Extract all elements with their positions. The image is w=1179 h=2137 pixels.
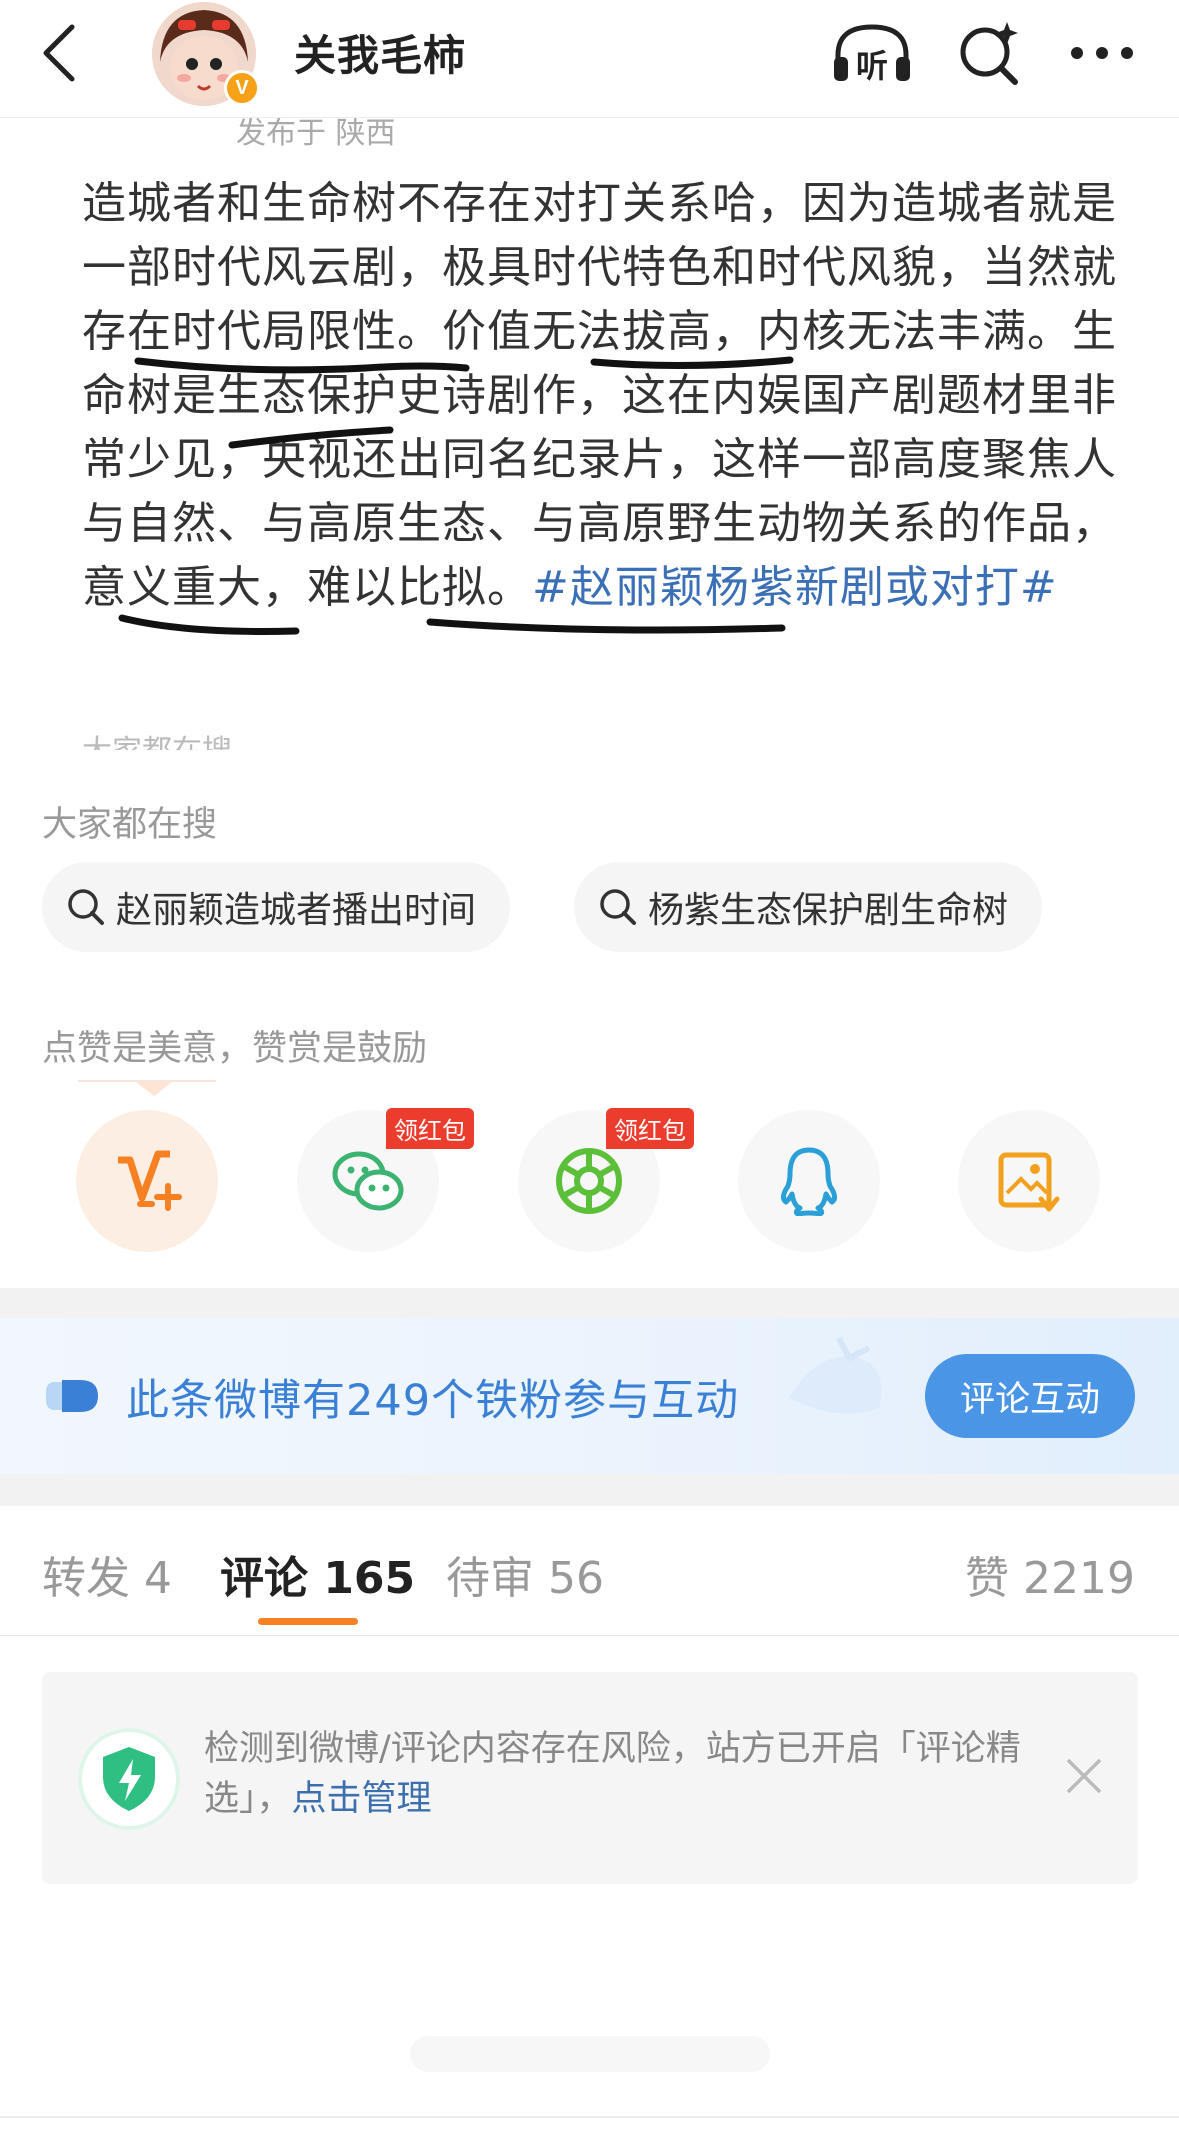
back-arrow-icon (43, 24, 75, 82)
search-icon (600, 889, 636, 925)
ai-search-button[interactable] (948, 18, 1032, 88)
hot-search-label: 赵丽颖造城者播出时间 (116, 890, 477, 931)
post-text: 造城者和生命树不存在对打关系哈，因为造城者就是一部时代风云剧，极具时代特色和时代… (82, 178, 1117, 613)
moments-icon (556, 1148, 622, 1214)
weibo-reward-icon (118, 1150, 182, 1211)
bottom-divider (0, 2116, 1179, 2118)
more-button[interactable] (1060, 18, 1144, 88)
close-icon (1066, 1758, 1102, 1794)
post-location: 发布于 陕西 (236, 118, 396, 151)
post-body: 造城者和生命树不存在对打关系哈，因为造城者就是一部时代风云剧，极具时代特色和时代… (82, 172, 1132, 620)
red-packet-badge: 领红包 (606, 1108, 694, 1149)
tab-like[interactable]: 赞 2219 (965, 1542, 1135, 1606)
notice-shield (78, 1728, 180, 1830)
active-tab-indicator (258, 1618, 358, 1625)
red-packet-badge: 领红包 (386, 1108, 474, 1149)
hot-search-pill-1[interactable]: 赵丽颖造城者播出时间 (42, 862, 511, 952)
back-button[interactable] (28, 18, 88, 88)
wechat-icon (332, 1151, 404, 1211)
tip-arrow (136, 1082, 172, 1096)
username[interactable]: 关我毛柿 (294, 22, 466, 83)
manage-link[interactable]: 点击管理 (292, 1779, 432, 1819)
tab-pending[interactable]: 待审 56 (446, 1542, 604, 1606)
shield-icon (103, 1747, 155, 1811)
loading-placeholder (410, 2036, 770, 2072)
section-divider (0, 1288, 1179, 1318)
top-bar: V 关我毛柿 听 (0, 0, 1179, 118)
notice-close-button[interactable] (1062, 1754, 1106, 1802)
search-icon (68, 889, 104, 925)
tab-repost[interactable]: 转发 4 (42, 1542, 172, 1606)
comment-tabs: 转发 4 评论 165 待审 56 赞 2219 (0, 1506, 1179, 1636)
listen-headphone-icon: 听 (834, 24, 910, 85)
iron-fans-text: 此条微博有249个铁粉参与互动 (126, 1376, 740, 1426)
notice-text-block: 检测到微博/评论内容存在风险，站方已开启「评论精选」，点击管理 (204, 1724, 1034, 1824)
avatar[interactable]: V (152, 2, 262, 106)
post-card: 发布于 陕西 造城者和生命树不存在对打关系哈，因为造城者就是一部时代风云剧，极具… (46, 118, 1136, 750)
hot-search-pill-2[interactable]: 杨紫生态保护剧生命树 (574, 862, 1043, 952)
svg-text:听: 听 (856, 47, 888, 85)
comment-interact-button[interactable]: 评论互动 (925, 1354, 1135, 1438)
hot-search-title: 大家都在搜 (42, 805, 218, 845)
save-image-icon (998, 1152, 1060, 1212)
verified-badge-icon: V (224, 70, 260, 106)
hashtag-link[interactable]: #赵丽颖杨紫新剧或对打# (532, 562, 1058, 613)
reward-button[interactable] (76, 1110, 218, 1252)
more-icon (1071, 47, 1133, 59)
section-divider (0, 1474, 1179, 1506)
iron-fans-banner[interactable]: 此条微博有249个铁粉参与互动 评论互动 (0, 1318, 1179, 1474)
risk-notice: 检测到微博/评论内容存在风险，站方已开启「评论精选」，点击管理 (42, 1672, 1138, 1884)
ai-search-icon (960, 22, 1018, 85)
faded-section-title: 大家都在搜 (82, 726, 232, 750)
share-qq-button[interactable] (738, 1110, 880, 1252)
reward-title: 点赞是美意，赞赏是鼓励 (42, 1029, 428, 1069)
hot-search-label: 杨紫生态保护剧生命树 (648, 890, 1009, 931)
banner-decoration-icon (789, 1336, 882, 1414)
fans-badge-icon (46, 1380, 98, 1412)
tab-comment[interactable]: 评论 165 (220, 1542, 415, 1606)
save-image-button[interactable] (958, 1110, 1100, 1252)
qq-icon (780, 1147, 838, 1216)
listen-button[interactable]: 听 (830, 18, 914, 88)
